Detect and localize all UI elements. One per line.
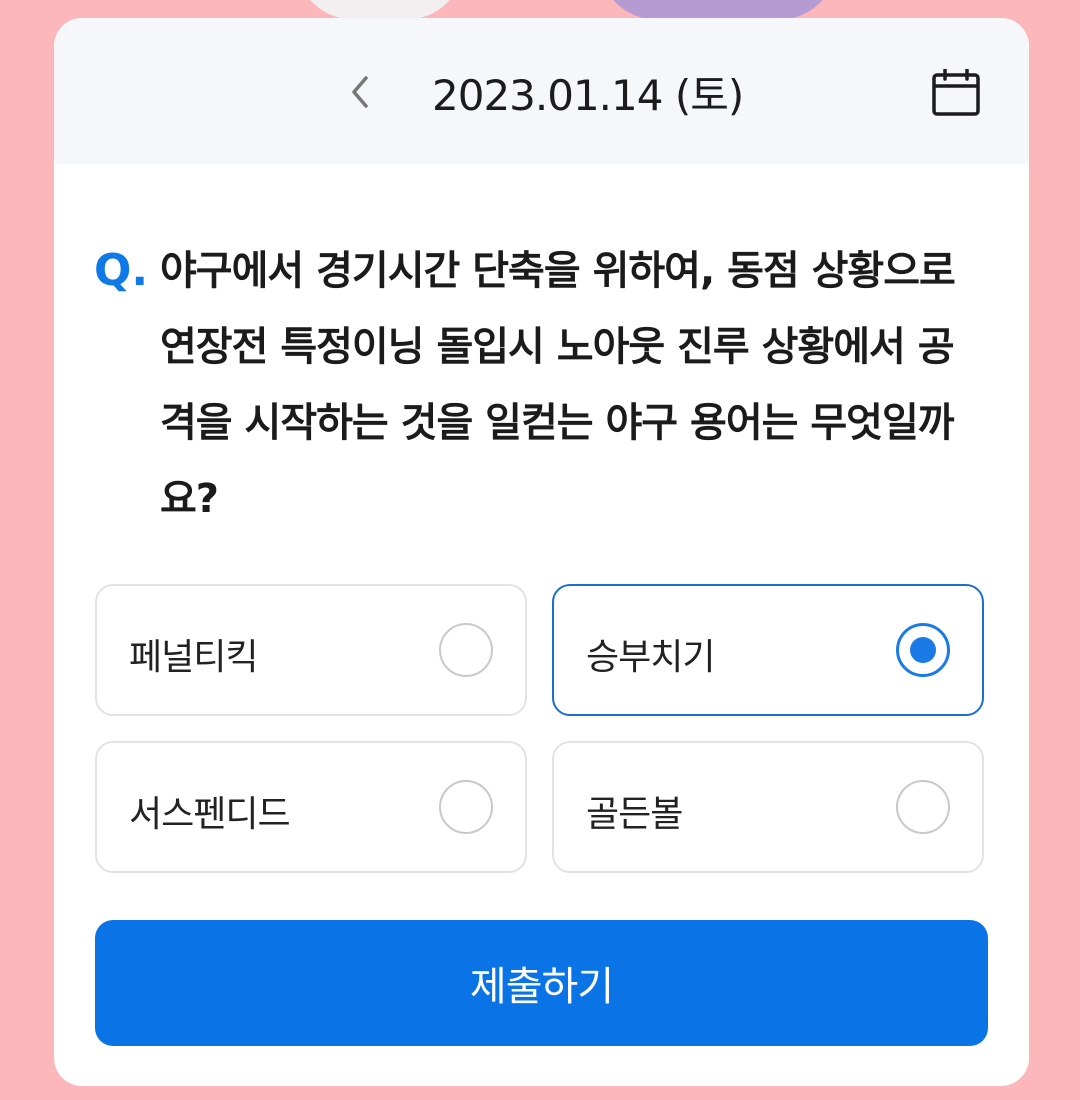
option-4[interactable]: 골든볼: [552, 741, 984, 873]
date-header: 2023.01.14 (토): [54, 18, 1029, 164]
current-date: 2023.01.14 (토): [432, 71, 744, 120]
option-label: 페널티킥: [129, 637, 258, 678]
radio-button[interactable]: [896, 780, 950, 834]
background-character-left: [295, 0, 465, 20]
submit-button[interactable]: 제출하기: [95, 920, 988, 1046]
option-1[interactable]: 페널티킥: [95, 584, 527, 716]
background-character-right: [598, 0, 838, 20]
calendar-button[interactable]: [930, 68, 982, 118]
question-prefix: Q.: [94, 245, 149, 296]
radio-button[interactable]: [439, 780, 493, 834]
prev-date-button[interactable]: [340, 70, 380, 114]
calendar-icon: [932, 69, 980, 116]
option-label: 서스펜디드: [129, 794, 291, 835]
option-3[interactable]: 서스펜디드: [95, 741, 527, 873]
radio-button-selected[interactable]: [896, 623, 950, 677]
quiz-card: 2023.01.14 (토) Q. 야구에서 경기시간 단축을 위하여, 동점 …: [54, 18, 1029, 1086]
question: Q. 야구에서 경기시간 단축을 위하여, 동점 상황으로 연장전 특정이닝 돌…: [94, 233, 984, 537]
option-label: 골든볼: [586, 794, 683, 835]
option-2[interactable]: 승부치기: [552, 584, 984, 716]
radio-selected-dot: [910, 637, 936, 663]
radio-button[interactable]: [439, 623, 493, 677]
chevron-left-icon: [352, 76, 368, 108]
option-label: 승부치기: [586, 637, 715, 678]
question-text: 야구에서 경기시간 단축을 위하여, 동점 상황으로 연장전 특정이닝 돌입시 …: [160, 248, 956, 522]
